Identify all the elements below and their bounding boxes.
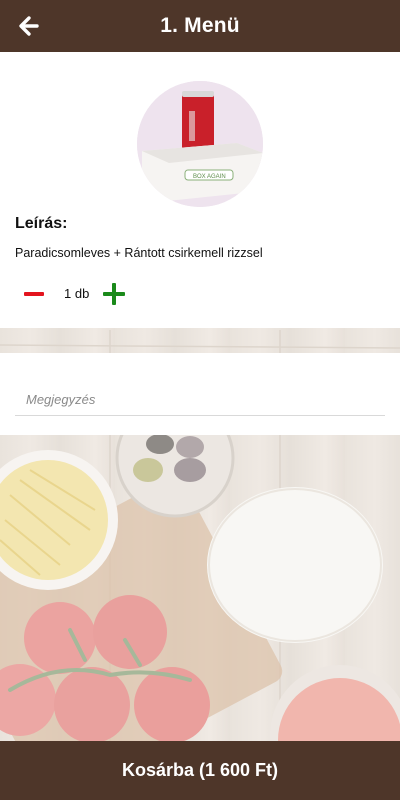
minus-icon[interactable] [24, 292, 44, 296]
plus-icon[interactable] [103, 283, 125, 305]
quantity-value: 1 db [64, 286, 90, 301]
arrow-left-icon [19, 16, 39, 36]
quantity-stepper: 1 db [14, 282, 134, 306]
svg-text:BOX AGAIN: BOX AGAIN [193, 174, 226, 180]
add-to-cart-button[interactable]: Kosárba (1 600 Ft) [0, 741, 400, 800]
description-text: Paradicsomleves + Rántott csirkemell riz… [15, 246, 263, 260]
product-card: BOX AGAIN Leírás: Paradicsomleves + Ránt… [0, 52, 400, 328]
app-header: 1. Menü [0, 0, 400, 52]
note-input[interactable] [15, 383, 385, 416]
note-card [0, 353, 400, 435]
description-label: Leírás: [15, 215, 68, 232]
back-button[interactable] [14, 12, 42, 40]
add-to-cart-label: Kosárba (1 600 Ft) [121, 760, 279, 780]
product-image: BOX AGAIN [137, 81, 263, 207]
page-title: 1. Menü [160, 14, 240, 37]
